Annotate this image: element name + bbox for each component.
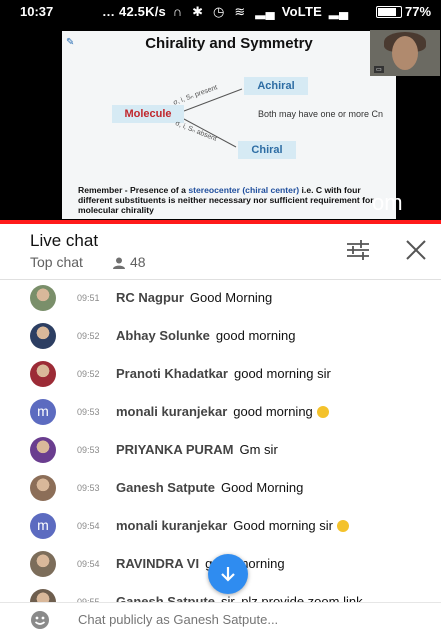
chat-header: Live chat Top chat 48 (0, 224, 441, 280)
message-time: 09:53 (77, 483, 100, 493)
avatar[interactable] (30, 475, 56, 501)
slide-remember-text: Remember - Presence of a stereocenter (c… (78, 185, 374, 215)
chat-message[interactable]: 09:53 Ganesh Satpute Good Morning (0, 473, 441, 503)
slide-note: Both may have one or more Cn (258, 109, 384, 119)
message-line: monali kuranjekar Good morning sir (116, 518, 349, 533)
author-name[interactable]: Abhay Solunke (116, 328, 210, 343)
letter-avatar[interactable]: m (30, 399, 56, 425)
avatar[interactable] (30, 437, 56, 463)
chiral-box: Chiral (238, 141, 296, 159)
message-line: Ganesh Satpute Good Morning (116, 480, 303, 495)
message-text: good morning (215, 328, 296, 343)
message-line: Pranoti Khadatkar good morning sir (116, 366, 331, 381)
webcam-tag: ▭ (374, 66, 384, 73)
achiral-box: Achiral (244, 77, 308, 95)
slide-title: Chirality and Symmetry (145, 35, 313, 52)
message-text: good morning sir (233, 366, 331, 381)
avatar[interactable] (30, 361, 56, 387)
battery-icon (376, 6, 402, 18)
status-bar: 10:37 … 42.5K/s ∩ ✱ ◷ ≋ ▂▄ VoLTE ▂▄ 77% (0, 0, 441, 22)
letter-avatar[interactable]: m (30, 513, 56, 539)
viewer-count-number: 48 (130, 254, 146, 270)
author-name[interactable]: Ganesh Satpute (116, 594, 215, 602)
message-time: 09:53 (77, 445, 100, 455)
message-line: monali kuranjekar good morning (116, 404, 329, 419)
signal-icon: ▂▄ (255, 4, 275, 19)
headphones-icon: ∩ (172, 4, 183, 19)
message-time: 09:54 (77, 521, 100, 531)
chat-title: Live chat (30, 231, 99, 250)
smiley-emoji-icon (316, 406, 329, 418)
avatar[interactable] (30, 551, 56, 577)
author-name[interactable]: monali kuranjekar (116, 518, 227, 533)
message-line: Abhay Solunke good morning (116, 328, 295, 343)
signal-icon-2: ▂▄ (328, 4, 349, 19)
message-text: Gm sir (239, 442, 278, 457)
message-line: PRIYANKA PURAM Gm sir (116, 442, 278, 457)
chat-message[interactable]: 09:51 RC Nagpur Good Morning (0, 283, 441, 313)
person-icon (113, 257, 125, 269)
network-label: VoLTE (281, 4, 322, 19)
author-name[interactable]: Ganesh Satpute (116, 480, 215, 495)
message-time: 09:51 (77, 293, 100, 303)
chat-message[interactable]: 09:52 Abhay Solunke good morning (0, 321, 441, 351)
chat-input-bar (0, 602, 441, 635)
message-time: 09:52 (77, 331, 100, 341)
avatar[interactable] (30, 323, 56, 349)
filter-sliders-icon[interactable] (344, 238, 372, 262)
chat-input[interactable] (78, 612, 418, 627)
message-time: 09:53 (77, 407, 100, 417)
avatar[interactable] (30, 589, 56, 602)
message-line: Ganesh Satpute sir, plz provide zoom link… (116, 594, 384, 602)
watermark: om (372, 190, 403, 215)
scroll-to-bottom-button[interactable] (208, 554, 248, 594)
bluetooth-icon: ✱ (192, 4, 204, 19)
message-text: Good morning sir (233, 518, 333, 533)
chat-message[interactable]: m 09:54 monali kuranjekar Good morning sir (0, 511, 441, 541)
message-line: RAVINDRA VIgood morning (116, 556, 285, 571)
author-name[interactable]: Pranoti Khadatkar (116, 366, 228, 381)
message-text: Good Morning (189, 290, 273, 305)
emoji-icon[interactable] (30, 610, 50, 630)
more-icon: … (102, 4, 116, 19)
viewer-count: 48 (112, 254, 146, 270)
presenter-webcam: ▭ (370, 30, 440, 76)
message-text: good morning (233, 404, 313, 419)
message-text: sir, plz provide zoom link...... (220, 594, 385, 602)
video-player[interactable]: 10:37 … 42.5K/s ∩ ✱ ◷ ≋ ▂▄ VoLTE ▂▄ 77% … (0, 0, 441, 224)
wifi-icon: ≋ (234, 4, 246, 19)
message-time: 09:54 (77, 559, 100, 569)
status-time: 10:37 (20, 4, 54, 19)
smiley-emoji-icon (337, 520, 349, 532)
close-icon[interactable] (402, 236, 430, 264)
chat-message[interactable]: 09:52 Pranoti Khadatkar good morning sir (0, 359, 441, 389)
message-time: 09:52 (77, 369, 100, 379)
network-speed: 42.5K/s (119, 4, 166, 19)
chat-message-list[interactable]: 09:51 RC Nagpur Good Morning 09:52 Abhay Sol… (0, 280, 441, 602)
chat-message[interactable]: m 09:53 monali kuranjekar good morning (0, 397, 441, 427)
alarm-icon: ◷ (213, 4, 225, 19)
arrow-down-icon (221, 567, 235, 582)
author-name[interactable]: PRIYANKA PURAM (116, 442, 234, 457)
author-name[interactable]: RC Nagpur (116, 290, 184, 305)
author-name[interactable]: monali kuranjekar (116, 404, 227, 419)
avatar[interactable] (30, 285, 56, 311)
molecule-box: Molecule (112, 105, 184, 123)
presentation-slide: ✎ Chirality and Symmetry Molecule Achira… (62, 31, 396, 219)
chat-mode-selector[interactable]: Top chat (30, 254, 83, 270)
battery-percent: 77% (405, 4, 432, 19)
chat-message[interactable]: 09:53 PRIYANKA PURAM Gm sir (0, 435, 441, 465)
status-icons: … 42.5K/s ∩ ✱ ◷ ≋ ▂▄ VoLTE ▂▄ (102, 4, 351, 20)
message-text: Good Morning (220, 480, 304, 495)
message-line: RC Nagpur Good Morning (116, 290, 272, 305)
author-name[interactable]: RAVINDRA VI (116, 556, 199, 571)
